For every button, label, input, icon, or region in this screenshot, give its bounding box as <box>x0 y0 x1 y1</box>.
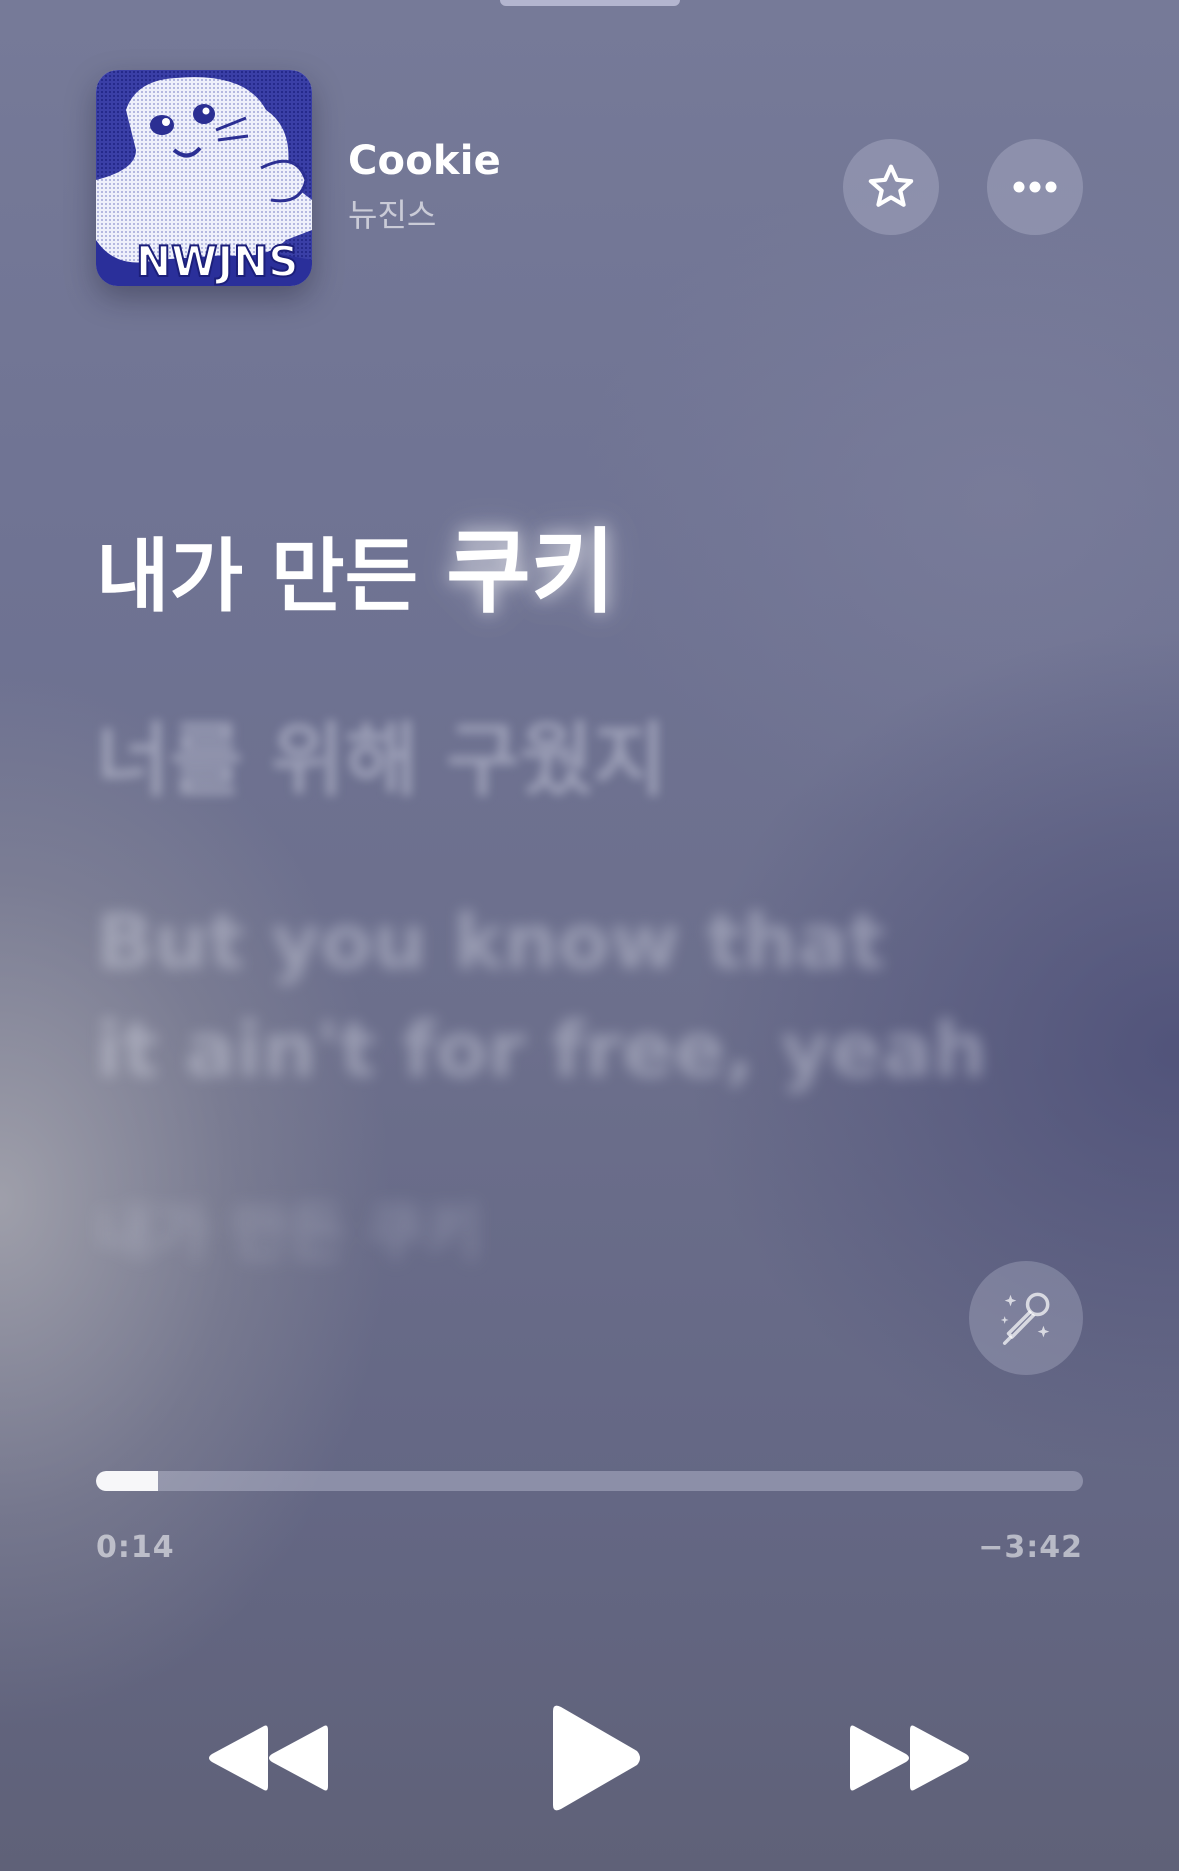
playback-progress-fill <box>96 1471 159 1491</box>
favorite-button[interactable] <box>843 139 939 235</box>
sheet-grabber[interactable] <box>500 0 680 6</box>
lyric-following-part-1: But you know that <box>96 897 885 986</box>
album-artwork-logo: NWJNS <box>136 237 299 286</box>
star-outline-icon <box>868 164 914 207</box>
ellipsis-icon <box>1013 181 1057 193</box>
track-title[interactable]: Cookie <box>348 138 501 184</box>
sing-along-button[interactable] <box>969 1261 1083 1375</box>
forward-icon <box>850 1725 969 1791</box>
more-options-button[interactable] <box>987 139 1083 235</box>
play-icon <box>553 1705 640 1811</box>
track-artist[interactable]: 뉴진스 <box>348 190 436 236</box>
rewind-button[interactable] <box>206 1718 330 1798</box>
playback-scrubber[interactable] <box>96 1471 1083 1491</box>
remaining-time: −3:42 <box>978 1530 1083 1565</box>
elapsed-time: 0:14 <box>96 1530 175 1565</box>
album-artwork[interactable]: NWJNS <box>96 70 312 286</box>
play-button[interactable] <box>545 1700 645 1816</box>
lyric-following-part-2: it ain't for free, yeah <box>96 1005 987 1094</box>
backward-icon <box>209 1725 328 1791</box>
lyric-line-next[interactable]: 너를 위해 구웠지 <box>96 696 667 812</box>
microphone-sparkles-icon <box>1000 1292 1050 1345</box>
fast-forward-button[interactable] <box>848 1718 972 1798</box>
lyric-current-word: 쿠키 <box>446 519 616 626</box>
lyric-sung-text: 내가 만든 <box>96 530 447 623</box>
lyric-line-following[interactable]: But you know that it ain't for free, yea… <box>96 888 987 1104</box>
lyric-line-current[interactable]: 내가 만든 쿠키 <box>96 498 615 631</box>
album-artwork-image: NWJNS <box>96 70 312 286</box>
lyric-line-later[interactable]: 내가 만든 쿠키 <box>96 1182 481 1272</box>
